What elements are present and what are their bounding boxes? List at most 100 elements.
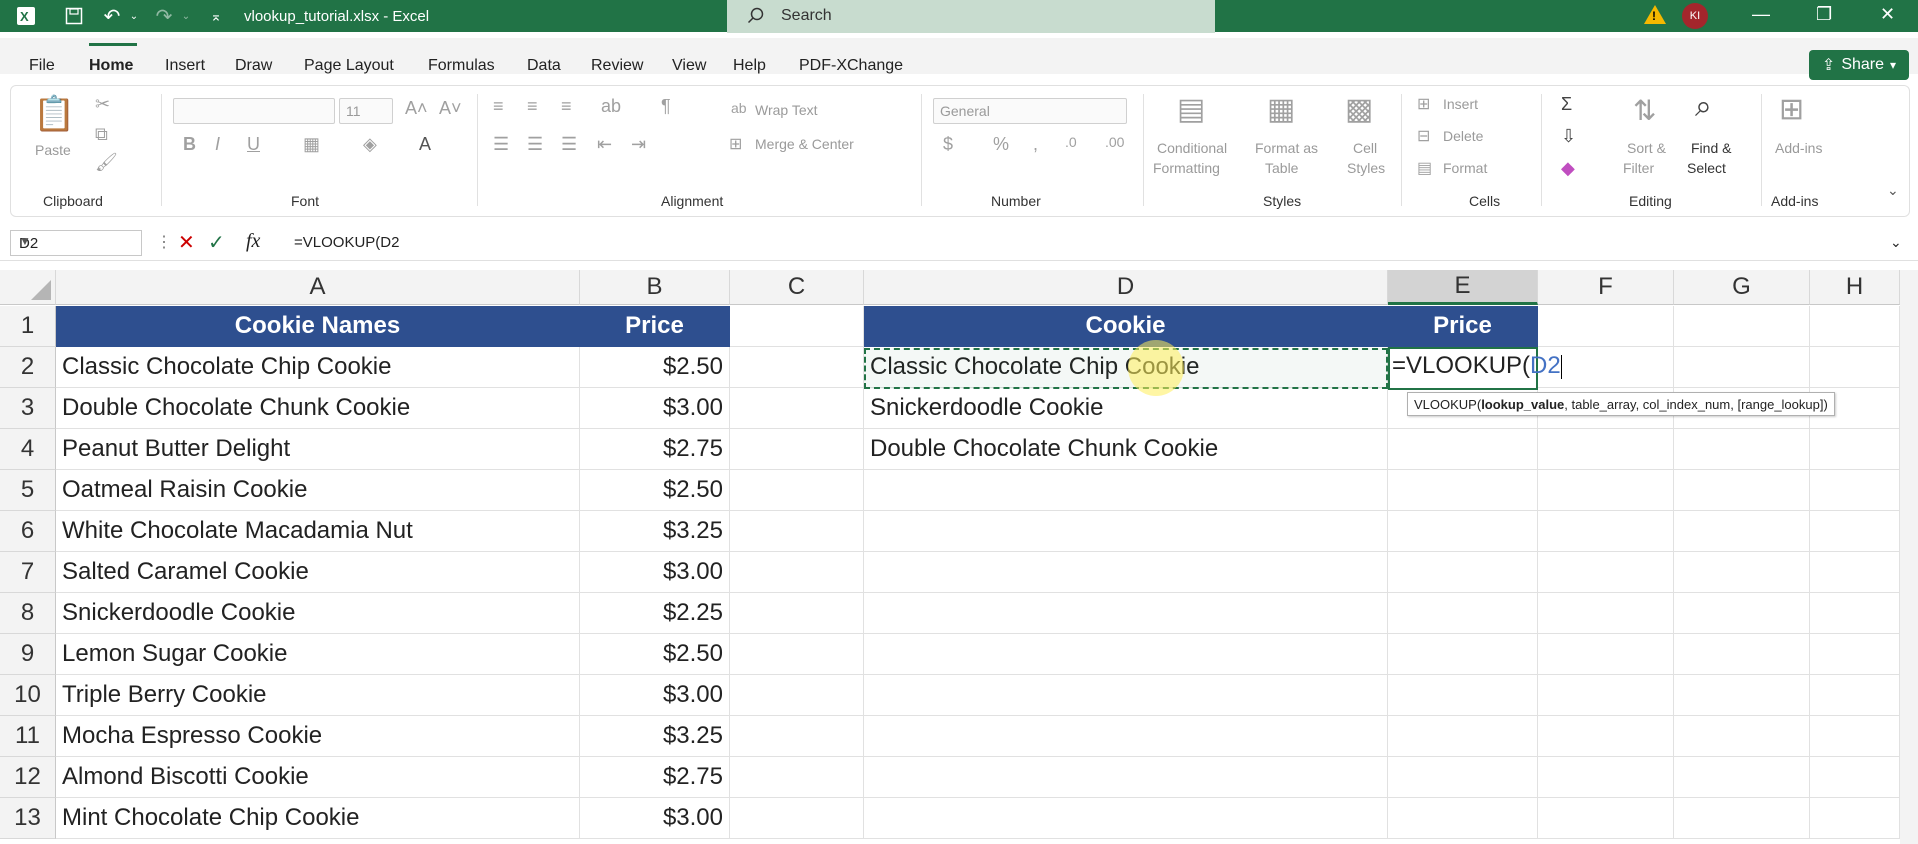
- cell[interactable]: [864, 716, 1388, 757]
- row-header-4[interactable]: 4: [0, 429, 56, 470]
- increase-indent-icon[interactable]: ⇥: [631, 134, 646, 155]
- cell[interactable]: [730, 552, 864, 593]
- cell[interactable]: [1388, 675, 1538, 716]
- minimize-icon[interactable]: —: [1752, 4, 1770, 25]
- table1-header-cookie-names[interactable]: Cookie Names: [56, 306, 580, 347]
- decrease-indent-icon[interactable]: ⇤: [597, 134, 612, 155]
- align-left-icon[interactable]: ☰: [493, 134, 509, 155]
- italic-icon[interactable]: I: [215, 134, 220, 155]
- cell[interactable]: [730, 347, 864, 388]
- row-header-7[interactable]: 7: [0, 552, 56, 593]
- cell[interactable]: [1810, 511, 1900, 552]
- column-header-g[interactable]: G: [1674, 270, 1810, 305]
- cell[interactable]: [1674, 593, 1810, 634]
- table1-price[interactable]: $3.00: [580, 675, 730, 716]
- increase-font-icon[interactable]: A˄: [405, 98, 428, 119]
- table1-cookie-name[interactable]: Lemon Sugar Cookie: [56, 634, 580, 675]
- cell[interactable]: [1538, 511, 1674, 552]
- customize-toolbar-icon[interactable]: ⌅: [208, 0, 224, 32]
- cell[interactable]: [864, 552, 1388, 593]
- cell[interactable]: [1674, 634, 1810, 675]
- row-header-8[interactable]: 8: [0, 593, 56, 634]
- cell[interactable]: [1538, 757, 1674, 798]
- table1-cookie-name[interactable]: Oatmeal Raisin Cookie: [56, 470, 580, 511]
- cell[interactable]: [1810, 306, 1900, 347]
- table1-price[interactable]: $2.50: [580, 347, 730, 388]
- merge-center-button[interactable]: Merge & Center: [755, 136, 854, 152]
- tab-pdf-xchange[interactable]: PDF-XChange: [799, 57, 903, 75]
- table2-cookie[interactable]: Double Chocolate Chunk Cookie: [864, 429, 1388, 470]
- cell[interactable]: [730, 429, 864, 470]
- restore-icon[interactable]: ❐: [1816, 4, 1832, 25]
- cell[interactable]: [1810, 593, 1900, 634]
- cell[interactable]: [1388, 798, 1538, 839]
- tab-view[interactable]: View: [672, 57, 706, 75]
- table1-price[interactable]: $2.75: [580, 757, 730, 798]
- table1-cookie-name[interactable]: Mint Chocolate Chip Cookie: [56, 798, 580, 839]
- cell[interactable]: [730, 798, 864, 839]
- worksheet-grid[interactable]: A B C D E F G H 1 Cookie Names Price Cookie…: [0, 270, 1918, 844]
- cell[interactable]: [864, 798, 1388, 839]
- cell[interactable]: [730, 511, 864, 552]
- cell-editor[interactable]: =VLOOKUP(D2: [1392, 352, 1562, 380]
- cell[interactable]: [1388, 593, 1538, 634]
- column-header-d[interactable]: D: [864, 270, 1388, 305]
- tab-insert[interactable]: Insert: [165, 57, 205, 75]
- comma-style-icon[interactable]: ,: [1033, 134, 1038, 155]
- cell[interactable]: [1674, 347, 1810, 388]
- cell[interactable]: [1538, 552, 1674, 593]
- cell[interactable]: [730, 757, 864, 798]
- cell[interactable]: [1674, 511, 1810, 552]
- table1-price[interactable]: $2.50: [580, 470, 730, 511]
- currency-icon[interactable]: $: [943, 134, 953, 155]
- wrap-text-button[interactable]: Wrap Text: [755, 102, 818, 118]
- bold-icon[interactable]: B: [183, 134, 196, 155]
- text-direction-icon[interactable]: ¶: [661, 96, 671, 117]
- cell[interactable]: [1388, 634, 1538, 675]
- cell[interactable]: [1674, 552, 1810, 593]
- cell[interactable]: [1674, 757, 1810, 798]
- filter-label[interactable]: Filter: [1623, 160, 1654, 176]
- tab-review[interactable]: Review: [591, 57, 643, 75]
- formatting-label[interactable]: Formatting: [1153, 160, 1220, 176]
- styles-label[interactable]: Styles: [1347, 160, 1385, 176]
- cell[interactable]: [1674, 470, 1810, 511]
- tab-data[interactable]: Data: [527, 57, 561, 75]
- sort-filter-icon[interactable]: ⇅: [1633, 94, 1656, 127]
- warning-icon[interactable]: !: [1644, 5, 1666, 24]
- table1-cookie-name[interactable]: Double Chocolate Chunk Cookie: [56, 388, 580, 429]
- cut-icon[interactable]: ✂: [95, 94, 110, 115]
- table1-price[interactable]: $3.25: [580, 716, 730, 757]
- table1-cookie-name[interactable]: Salted Caramel Cookie: [56, 552, 580, 593]
- conditional-label[interactable]: Conditional: [1157, 140, 1227, 156]
- autosum-icon[interactable]: Σ: [1561, 94, 1572, 115]
- cell[interactable]: [1388, 429, 1538, 470]
- search-box[interactable]: Search: [727, 0, 1215, 33]
- align-right-icon[interactable]: ☰: [561, 134, 577, 155]
- font-name-dropdown[interactable]: [173, 98, 335, 124]
- cell[interactable]: [1810, 716, 1900, 757]
- table1-price[interactable]: $2.75: [580, 429, 730, 470]
- cell[interactable]: [864, 511, 1388, 552]
- cell[interactable]: [1538, 306, 1674, 347]
- cell-label[interactable]: Cell: [1353, 140, 1377, 156]
- cell[interactable]: [730, 470, 864, 511]
- more-options-icon[interactable]: ⋮: [156, 232, 172, 252]
- cell-styles-icon[interactable]: ▩: [1345, 92, 1373, 127]
- paste-label[interactable]: Paste: [35, 142, 71, 158]
- cell[interactable]: [730, 716, 864, 757]
- table1-price[interactable]: $2.25: [580, 593, 730, 634]
- percent-icon[interactable]: %: [993, 134, 1009, 155]
- insert-cells-button[interactable]: Insert: [1443, 96, 1478, 112]
- find-label[interactable]: Find &: [1691, 140, 1731, 156]
- conditional-formatting-icon[interactable]: ▤: [1177, 92, 1205, 127]
- tab-home[interactable]: Home: [89, 57, 133, 75]
- cell[interactable]: [1674, 306, 1810, 347]
- find-select-icon[interactable]: ⌕: [1695, 90, 1712, 124]
- number-format-dropdown[interactable]: General: [933, 98, 1127, 124]
- cell[interactable]: [1538, 429, 1674, 470]
- tab-page-layout[interactable]: Page Layout: [304, 57, 394, 75]
- table1-header-price[interactable]: Price: [580, 306, 730, 347]
- font-size-dropdown[interactable]: 11: [339, 98, 393, 124]
- save-icon[interactable]: [62, 0, 86, 32]
